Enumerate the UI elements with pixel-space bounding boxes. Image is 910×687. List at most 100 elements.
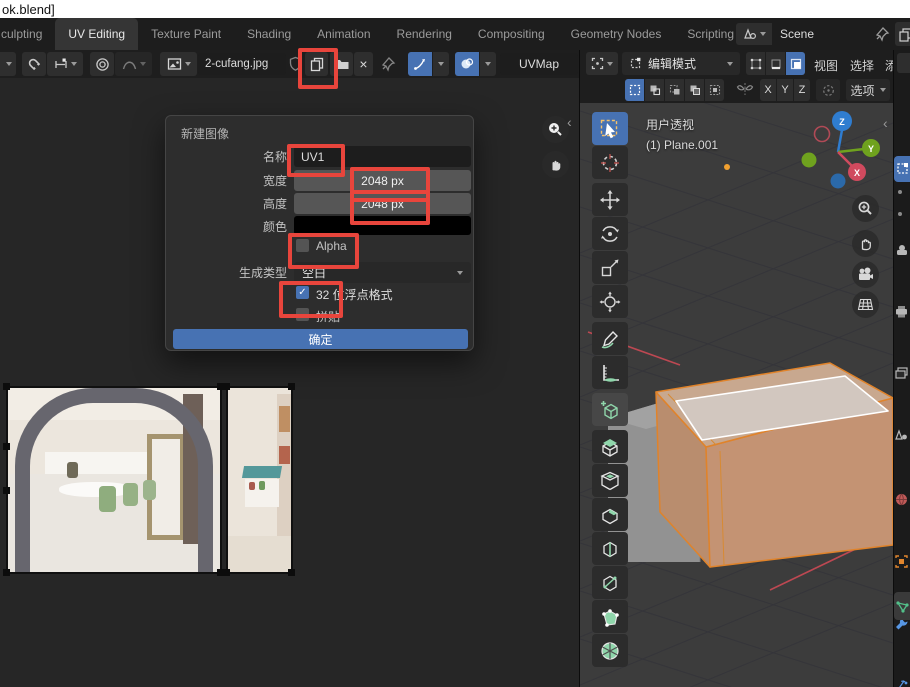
uv-edge[interactable] <box>6 572 293 574</box>
show-overlays-toggle[interactable] <box>455 52 479 76</box>
snap-toggle-button[interactable] <box>22 52 46 76</box>
tab-texture-paint[interactable]: Texture Paint <box>138 18 234 50</box>
add-cube-tool[interactable] <box>592 393 628 426</box>
bevel-tool[interactable] <box>592 498 628 531</box>
uv-vertex[interactable] <box>3 383 10 390</box>
tab-render[interactable] <box>894 236 910 262</box>
tab-shading[interactable]: Shading <box>234 18 304 50</box>
falloff-dropdown[interactable] <box>115 52 152 76</box>
tiled-checkbox[interactable] <box>296 308 309 321</box>
extrude-region-tool[interactable] <box>592 430 628 463</box>
tab-geometry-nodes[interactable]: Geometry Nodes <box>558 18 675 50</box>
navigation-gizmo[interactable]: Z Y X <box>798 108 882 192</box>
editor-type-dropdown-3d[interactable] <box>586 52 618 75</box>
ok-button[interactable]: 确定 <box>173 329 468 349</box>
menu-view[interactable]: 视图 <box>814 57 838 74</box>
tab-particles[interactable] <box>894 672 910 687</box>
gizmo-dropdown[interactable] <box>433 52 449 76</box>
tab-output[interactable] <box>894 298 910 324</box>
uv-edge[interactable] <box>226 386 228 574</box>
cursor-tool[interactable] <box>592 146 628 179</box>
uv-image-region[interactable] <box>0 383 296 577</box>
proportional-editing-button[interactable] <box>90 52 114 76</box>
select-intersect-button[interactable] <box>705 79 724 101</box>
overlays-dropdown[interactable] <box>480 52 496 76</box>
select-invert-button[interactable] <box>685 79 704 101</box>
fake-user-shield-icon[interactable] <box>288 56 303 72</box>
uv-vertex[interactable] <box>288 383 295 390</box>
uv-editor-canvas[interactable]: ‹ 新建图像 名称 UV1 宽度 2048 px 高度 2048 px 颜色 <box>0 78 580 687</box>
poly-build-tool[interactable] <box>592 600 628 633</box>
mirror-y-button[interactable]: Y <box>777 79 793 101</box>
name-input[interactable]: UV1 <box>294 146 471 167</box>
spin-tool[interactable] <box>592 634 628 667</box>
tab-uv-editing[interactable]: UV Editing <box>55 18 138 50</box>
tab-scene[interactable] <box>894 422 910 448</box>
annotate-tool[interactable] <box>592 322 628 355</box>
height-slider[interactable]: 2048 px <box>294 193 471 214</box>
uv-vertex[interactable] <box>223 569 230 576</box>
select-box-tool[interactable] <box>592 112 628 145</box>
uv-edge[interactable] <box>291 386 293 574</box>
tab-view-layer[interactable] <box>894 360 910 386</box>
alpha-checkbox[interactable] <box>296 239 309 252</box>
scale-tool[interactable] <box>592 251 628 284</box>
face-select-button[interactable] <box>786 52 805 75</box>
mirror-x-button[interactable]: X <box>760 79 776 101</box>
snap-target-dropdown[interactable] <box>47 52 83 76</box>
inset-faces-tool[interactable] <box>592 464 628 497</box>
vertex-select-button[interactable] <box>746 52 765 75</box>
new-image-button[interactable] <box>305 52 328 76</box>
uv-edge[interactable] <box>6 386 8 574</box>
viewport-canvas[interactable]: 用户透视 (1) Plane.001 ‹ Z Y X <box>580 103 893 687</box>
tab-active-tool[interactable] <box>894 156 910 182</box>
options-dropdown[interactable]: 选项 <box>846 79 890 101</box>
scene-type-dropdown[interactable] <box>736 23 772 45</box>
editor-type-dropdown[interactable] <box>0 52 16 76</box>
select-subtract-button[interactable] <box>665 79 684 101</box>
float-checkbox[interactable]: ✓ <box>296 286 309 299</box>
tab-rendering[interactable]: Rendering <box>384 18 465 50</box>
open-image-button[interactable] <box>330 52 353 76</box>
transform-tool[interactable] <box>592 285 628 318</box>
viewport-camera-button[interactable] <box>852 261 879 288</box>
uvmap-field[interactable]: UVMap <box>500 53 578 75</box>
rotate-tool[interactable] <box>592 217 628 250</box>
viewport-zoom-button[interactable] <box>852 195 879 222</box>
tab-world[interactable] <box>894 486 910 512</box>
uv-vertex[interactable] <box>3 443 10 450</box>
pin-scene-icon[interactable] <box>874 26 890 42</box>
proportional-edit-dropdown[interactable] <box>816 79 840 101</box>
scene-name-field[interactable]: Scene <box>773 23 869 45</box>
tab-object[interactable] <box>894 548 910 574</box>
menu-select[interactable]: 选择 <box>850 57 874 74</box>
tab-object-data[interactable] <box>894 592 910 620</box>
show-gizmo-toggle[interactable] <box>408 52 432 76</box>
generated-type-dropdown[interactable]: 空白 <box>294 262 471 283</box>
measure-tool[interactable] <box>592 356 628 389</box>
color-swatch[interactable] <box>294 216 471 235</box>
move-tool[interactable] <box>592 183 628 216</box>
uv-pan-button[interactable] <box>542 151 569 178</box>
uv-vertex[interactable] <box>288 569 295 576</box>
menu-add[interactable]: 添 <box>885 57 893 74</box>
select-extend-button[interactable] <box>645 79 664 101</box>
uv-edge[interactable] <box>220 386 222 574</box>
mode-dropdown[interactable]: 编辑模式 <box>622 52 740 75</box>
tab-animation[interactable]: Animation <box>304 18 383 50</box>
uv-zoom-button[interactable] <box>542 116 569 143</box>
uv-vertex[interactable] <box>3 569 10 576</box>
browse-image-dropdown[interactable] <box>160 52 197 76</box>
image-name-field[interactable]: 2-cufang.jpg <box>198 53 286 75</box>
pin-icon[interactable] <box>380 56 396 72</box>
viewport-ortho-toggle-button[interactable] <box>852 291 879 318</box>
tab-sculpting[interactable]: culpting <box>0 18 55 50</box>
mirror-z-button[interactable]: Z <box>794 79 810 101</box>
viewport-pan-button[interactable] <box>852 230 879 257</box>
uv-edge[interactable] <box>6 386 293 388</box>
select-set-button[interactable] <box>625 79 644 101</box>
width-slider[interactable]: 2048 px <box>294 170 471 191</box>
new-scene-button[interactable] <box>895 22 910 46</box>
uv-vertex[interactable] <box>223 383 230 390</box>
unlink-image-button[interactable]: × <box>354 52 373 76</box>
